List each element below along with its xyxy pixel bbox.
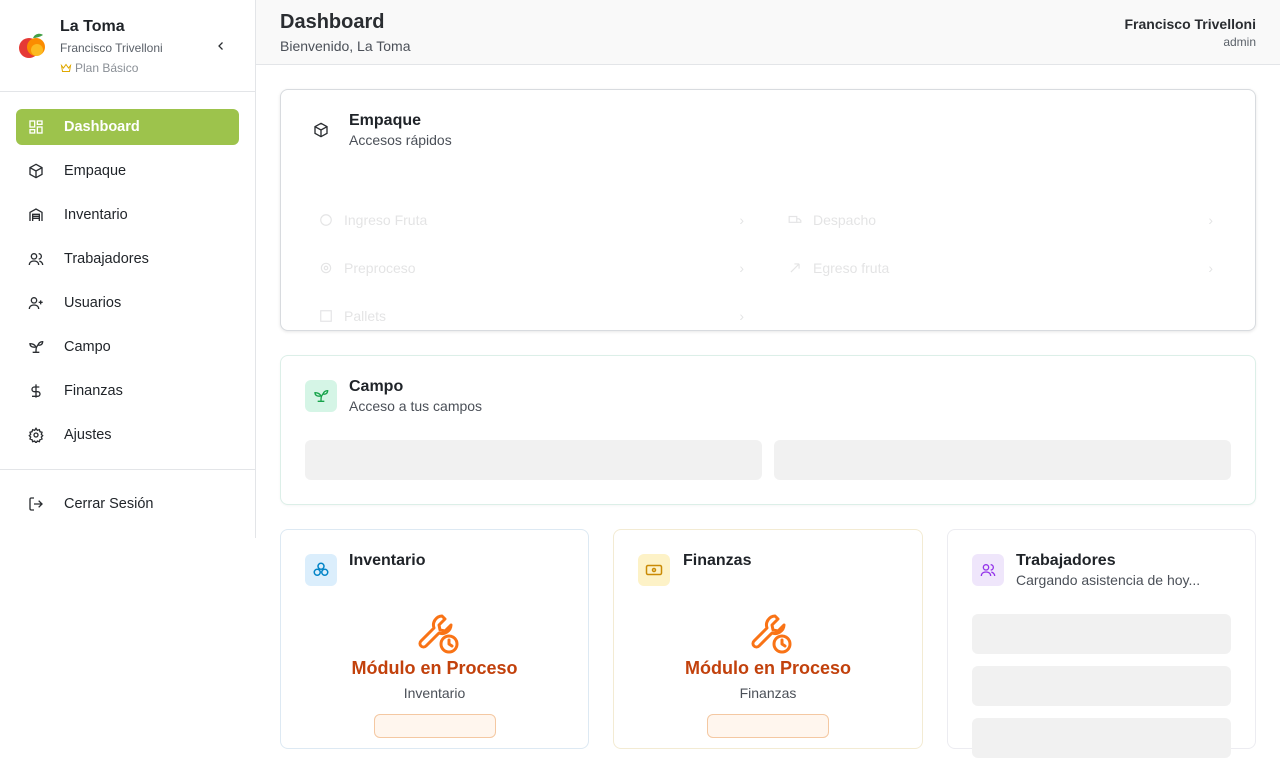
chevron-left-icon xyxy=(218,42,223,50)
sidebar-item-label: Trabajadores xyxy=(64,251,149,267)
campo-subtitle: Acceso a tus campos xyxy=(349,398,483,414)
dollar-icon xyxy=(31,384,41,398)
module-action-button[interactable] xyxy=(707,714,829,738)
warehouse-icon xyxy=(29,208,43,221)
finanzas-title: Finanzas xyxy=(683,552,752,569)
user-plus-icon xyxy=(28,297,43,310)
crown-icon xyxy=(60,63,72,72)
loading-placeholder xyxy=(972,718,1231,758)
quick-link-label: Ingreso Fruta xyxy=(344,212,428,228)
sidebar-item-ajustes[interactable]: Ajustes xyxy=(16,417,239,453)
fruit-logo-icon xyxy=(19,33,45,58)
sidebar-item-label: Usuarios xyxy=(64,295,122,311)
loading-placeholder xyxy=(305,440,762,480)
box-icon xyxy=(320,310,332,322)
page-title: Dashboard xyxy=(280,11,385,33)
sidebar-item-finanzas[interactable]: Finanzas xyxy=(16,373,239,409)
trabajadores-subtitle: Cargando asistencia de hoy... xyxy=(1016,572,1201,588)
boxes-icon xyxy=(313,562,329,576)
quick-link-pallets[interactable]: Pallets › xyxy=(318,296,748,336)
quick-link-label: Preproceso xyxy=(344,260,416,276)
module-status: Módulo en Proceso xyxy=(351,658,518,678)
trabajadores-card: Trabajadores Cargando asistencia de hoy.… xyxy=(947,529,1256,758)
module-status: Módulo en Proceso xyxy=(684,658,852,678)
wrench-clock-icon xyxy=(751,614,792,654)
sidebar-item-label: Finanzas xyxy=(64,383,123,399)
sidebar-item-usuarios[interactable]: Usuarios xyxy=(16,285,239,321)
sidebar: La Toma Francisco Trivelloni Plan Básico… xyxy=(0,0,256,538)
sidebar-item-dashboard[interactable]: Dashboard xyxy=(16,109,239,145)
sidebar-item-campo[interactable]: Campo xyxy=(16,329,239,365)
chevron-right-icon: › xyxy=(1208,212,1213,228)
campo-title: Campo xyxy=(349,378,404,395)
quick-link-preproceso[interactable]: Preproceso › xyxy=(318,248,748,288)
users-icon xyxy=(980,564,996,577)
quick-link-label: Egreso fruta xyxy=(813,260,890,276)
users-icon xyxy=(28,252,44,266)
sidebar-item-label: Dashboard xyxy=(64,119,140,135)
gear-icon xyxy=(28,427,44,443)
finanzas-card: Finanzas Módulo en Proceso Finanzas xyxy=(613,529,923,749)
user-role: admin xyxy=(1223,35,1256,49)
logout-label: Cerrar Sesión xyxy=(64,496,154,512)
sidebar-item-inventario[interactable]: Inventario xyxy=(16,197,239,233)
sidebar-item-trabajadores[interactable]: Trabajadores xyxy=(16,241,239,277)
loading-placeholder xyxy=(972,666,1231,706)
loading-placeholder xyxy=(774,440,1231,480)
logout-button[interactable]: Cerrar Sesión xyxy=(16,486,239,522)
brand-header: La Toma Francisco Trivelloni Plan Básico xyxy=(0,0,255,92)
quick-link-label: Despacho xyxy=(813,212,877,228)
wrench-clock-icon xyxy=(418,614,459,654)
quick-link-ingreso-fruta[interactable]: Ingreso Fruta › xyxy=(318,200,748,240)
sidebar-nav: Dashboard Empaque Inventario Trabajadore… xyxy=(16,109,239,461)
sidebar-item-label: Campo xyxy=(64,339,111,355)
sidebar-item-label: Inventario xyxy=(64,207,128,223)
empaque-title: Empaque xyxy=(349,112,422,129)
empaque-card: Empaque Accesos rápidos Ingreso Fruta › … xyxy=(280,89,1256,331)
logout-icon xyxy=(29,497,43,511)
quick-link-despacho[interactable]: Despacho › xyxy=(787,200,1217,240)
module-action-button[interactable] xyxy=(374,714,496,738)
quick-link-label: Pallets xyxy=(344,308,387,324)
sprout-icon xyxy=(314,389,329,402)
sidebar-item-label: Empaque xyxy=(64,163,127,179)
sprout-icon xyxy=(29,340,44,353)
page-subtitle: Bienvenido, La Toma xyxy=(280,38,411,54)
inventario-card: Inventario Módulo en Proceso Inventario xyxy=(280,529,589,749)
package-icon xyxy=(29,163,43,179)
trabajadores-title: Trabajadores xyxy=(1016,552,1116,569)
module-name: Inventario xyxy=(403,685,466,701)
arrow-in-icon xyxy=(320,214,332,226)
chevron-right-icon: › xyxy=(1208,260,1213,276)
brand-owner: Francisco Trivelloni xyxy=(60,41,163,55)
package-icon xyxy=(314,122,328,138)
grid-icon xyxy=(29,120,43,134)
plan-label: Plan Básico xyxy=(75,61,139,75)
campo-card: Campo Acceso a tus campos xyxy=(280,355,1256,505)
plan-badge: Plan Básico xyxy=(60,61,138,75)
sidebar-item-empaque[interactable]: Empaque xyxy=(16,153,239,189)
gear-icon xyxy=(320,262,332,274)
collapse-sidebar-button[interactable] xyxy=(213,38,229,54)
banknote-icon xyxy=(645,564,663,576)
module-name: Finanzas xyxy=(739,685,797,701)
user-name[interactable]: Francisco Trivelloni xyxy=(1125,16,1257,32)
top-bar: Dashboard Bienvenido, La Toma Francisco … xyxy=(256,0,1280,65)
chevron-right-icon: › xyxy=(739,212,744,228)
loading-placeholder xyxy=(972,614,1231,654)
sidebar-divider xyxy=(0,469,256,470)
arrow-out-icon xyxy=(790,263,800,273)
chevron-right-icon: › xyxy=(739,260,744,276)
truck-icon xyxy=(788,215,802,223)
inventario-title: Inventario xyxy=(349,552,426,569)
chevron-right-icon: › xyxy=(739,308,744,324)
brand-name: La Toma xyxy=(60,18,125,35)
quick-link-egreso-fruta[interactable]: Egreso fruta › xyxy=(787,248,1217,288)
sidebar-item-label: Ajustes xyxy=(64,427,112,443)
empaque-subtitle: Accesos rápidos xyxy=(349,132,452,148)
